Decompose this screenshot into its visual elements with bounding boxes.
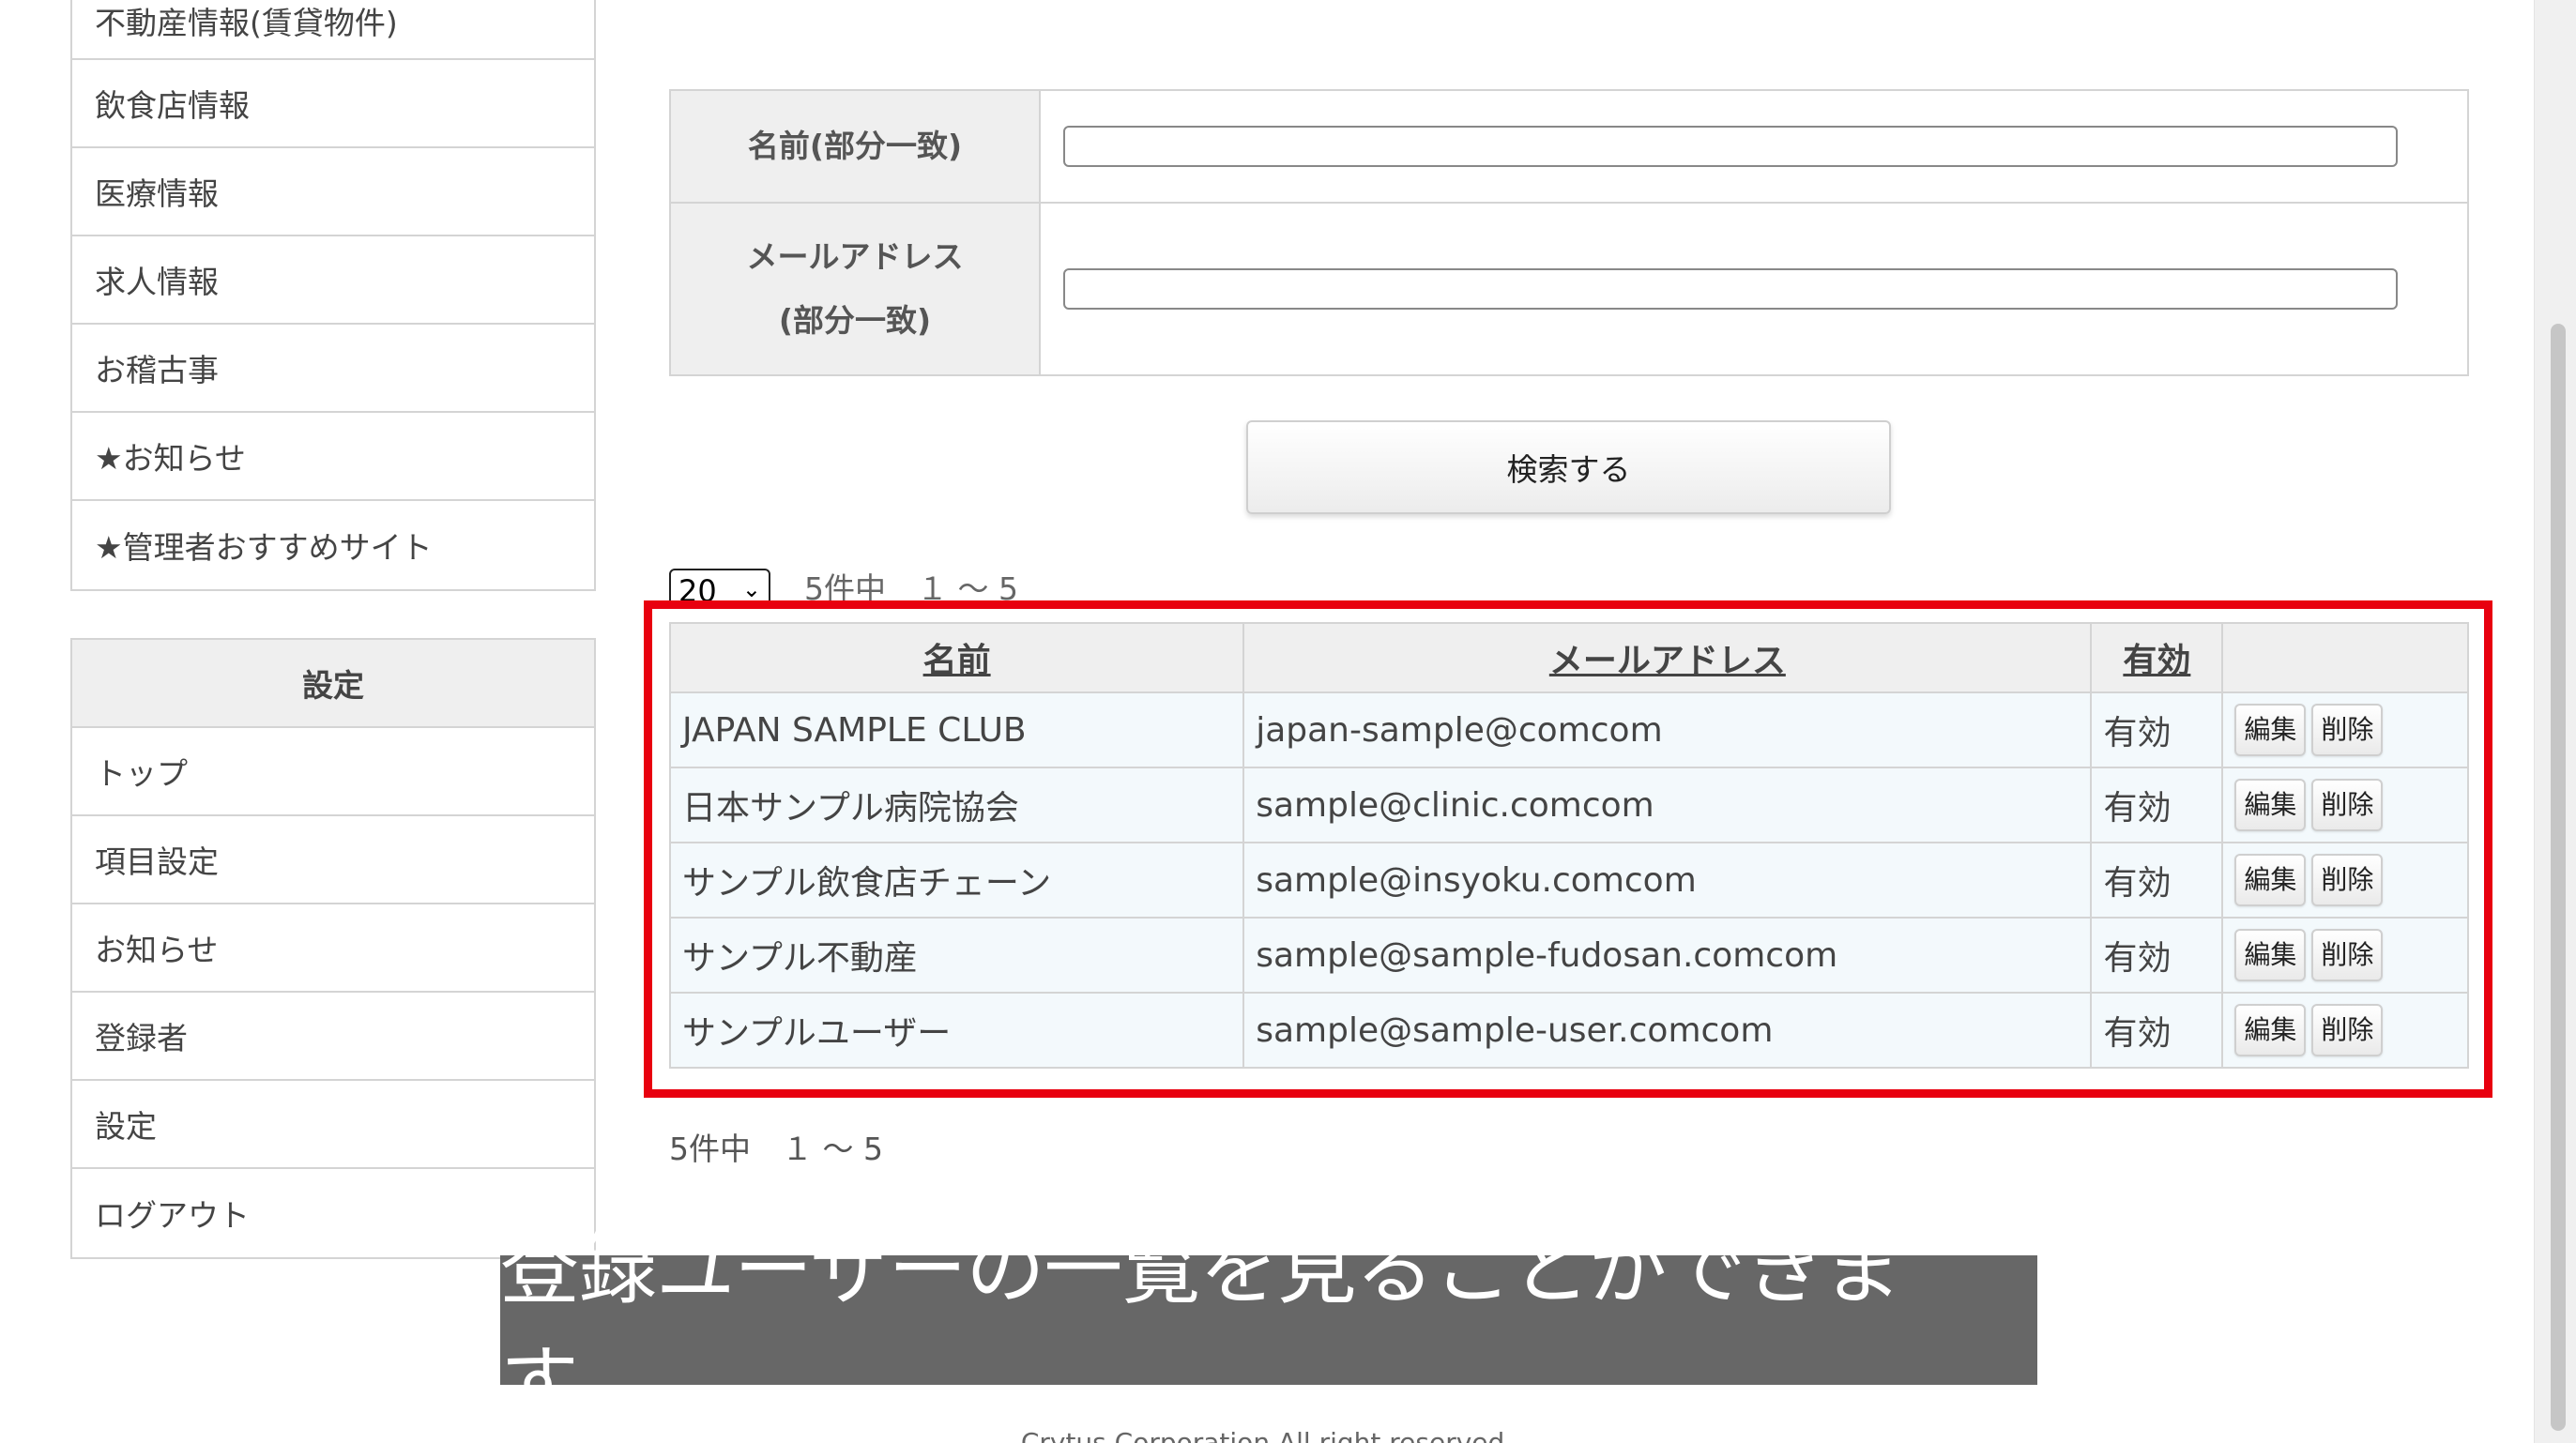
registrant-table: 名前 メールアドレス 有効 JAPAN SAMPLE CLUB japan-sa…	[668, 622, 2469, 1069]
cell-email: sample@clinic.comcom	[1242, 767, 2093, 843]
sidebar-item-top[interactable]: トップ	[72, 728, 594, 816]
cell-active: 有効	[2090, 992, 2224, 1069]
result-count-bottom: 5件中 １ 〜 5	[669, 1131, 883, 1167]
cell-active: 有効	[2090, 767, 2224, 843]
cell-actions: 編集 削除	[2221, 917, 2469, 994]
sidebar-item-real-estate[interactable]: 不動産情報(賃貸物件)	[72, 0, 594, 60]
edit-button[interactable]: 編集	[2234, 704, 2307, 756]
sidebar-item-recommended-sites[interactable]: ★管理者おすすめサイト	[72, 501, 594, 589]
name-search-input[interactable]	[1063, 126, 2398, 167]
cell-name: サンプル不動産	[668, 917, 1245, 994]
cell-actions: 編集 削除	[2221, 842, 2469, 919]
edit-button[interactable]: 編集	[2234, 854, 2307, 906]
delete-button[interactable]: 削除	[2311, 1004, 2384, 1056]
email-search-input[interactable]	[1063, 268, 2398, 310]
per-page-select[interactable]: 20 ⌄	[669, 569, 770, 606]
name-search-label: 名前(部分一致)	[671, 91, 1041, 202]
table-row: サンプルユーザー sample@sample-user.comcom 有効 編集…	[668, 992, 2469, 1069]
table-header-row: 名前 メールアドレス 有効	[668, 622, 2469, 693]
column-header-actions	[2221, 622, 2469, 693]
table-row: サンプル飲食店チェーン sample@insyoku.comcom 有効 編集削…	[668, 842, 2469, 919]
column-header-active[interactable]: 有効	[2090, 622, 2224, 693]
sidebar-item-settings[interactable]: 設定	[72, 1081, 594, 1169]
cell-email: sample@sample-user.comcom	[1242, 992, 2093, 1069]
sidebar-item-restaurant[interactable]: 飲食店情報	[72, 60, 594, 148]
edit-button[interactable]: 編集	[2234, 779, 2307, 831]
sidebar-item-jobs[interactable]: 求人情報	[72, 236, 594, 325]
cell-name: サンプルユーザー	[668, 992, 1245, 1069]
delete-button[interactable]: 削除	[2311, 854, 2384, 906]
delete-button[interactable]: 削除	[2311, 779, 2384, 831]
chevron-down-icon: ⌄	[741, 576, 761, 602]
result-count-top: 5件中 １ 〜 5	[804, 570, 1018, 607]
cell-actions: 編集 削除	[2221, 691, 2469, 768]
sidebar-item-registrants[interactable]: 登録者	[72, 993, 594, 1081]
sidebar-item-news[interactable]: ★お知らせ	[72, 413, 594, 501]
edit-button[interactable]: 編集	[2234, 929, 2307, 981]
cell-email: japan-sample@comcom	[1242, 691, 2093, 768]
sidebar-settings-header: 設定	[72, 640, 594, 728]
search-button[interactable]: 検索する	[1246, 420, 1891, 514]
sidebar-settings: 設定 トップ 項目設定 お知らせ 登録者 設定 ログアウト	[70, 638, 596, 1259]
column-header-name[interactable]: 名前	[668, 622, 1245, 693]
cell-email: sample@sample-fudosan.comcom	[1242, 917, 2093, 994]
cell-actions: 編集 削除	[2221, 992, 2469, 1069]
delete-button[interactable]: 削除	[2311, 929, 2384, 981]
footer-copyright: Crytus Corporation All right reserved.	[1020, 1427, 1514, 1443]
sidebar-item-medical[interactable]: 医療情報	[72, 148, 594, 236]
cell-active: 有効	[2090, 917, 2224, 994]
email-search-label: メールアドレス (部分一致)	[671, 204, 1041, 374]
table-row: JAPAN SAMPLE CLUB japan-sample@comcom 有効…	[668, 691, 2469, 768]
sidebar-item-field-settings[interactable]: 項目設定	[72, 816, 594, 904]
column-header-email[interactable]: メールアドレス	[1242, 622, 2093, 693]
search-row-name: 名前(部分一致)	[671, 91, 2467, 204]
video-caption: 登録ユーザーの一覧を見ることができます。	[500, 1223, 2037, 1429]
search-form: 名前(部分一致) メールアドレス (部分一致)	[669, 89, 2469, 376]
cell-name: 日本サンプル病院協会	[668, 767, 1245, 843]
cell-name: JAPAN SAMPLE CLUB	[668, 691, 1245, 768]
cell-active: 有効	[2090, 842, 2224, 919]
sidebar-item-notices[interactable]: お知らせ	[72, 904, 594, 993]
cell-email: sample@insyoku.comcom	[1242, 842, 2093, 919]
cell-actions: 編集 削除	[2221, 767, 2469, 843]
table-row: 日本サンプル病院協会 sample@clinic.comcom 有効 編集 削除	[668, 767, 2469, 843]
table-row: サンプル不動産 sample@sample-fudosan.comcom 有効 …	[668, 917, 2469, 994]
edit-button[interactable]: 編集	[2234, 1004, 2307, 1056]
scrollbar-thumb[interactable]	[2551, 324, 2566, 1431]
search-row-email: メールアドレス (部分一致)	[671, 204, 2467, 374]
cell-name: サンプル飲食店チェーン	[668, 842, 1245, 919]
cell-active: 有効	[2090, 691, 2224, 768]
sidebar-categories: 不動産情報(賃貸物件) 飲食店情報 医療情報 求人情報 お稽古事 ★お知らせ ★…	[70, 0, 596, 591]
delete-button[interactable]: 削除	[2311, 704, 2384, 756]
sidebar-item-lessons[interactable]: お稽古事	[72, 325, 594, 413]
